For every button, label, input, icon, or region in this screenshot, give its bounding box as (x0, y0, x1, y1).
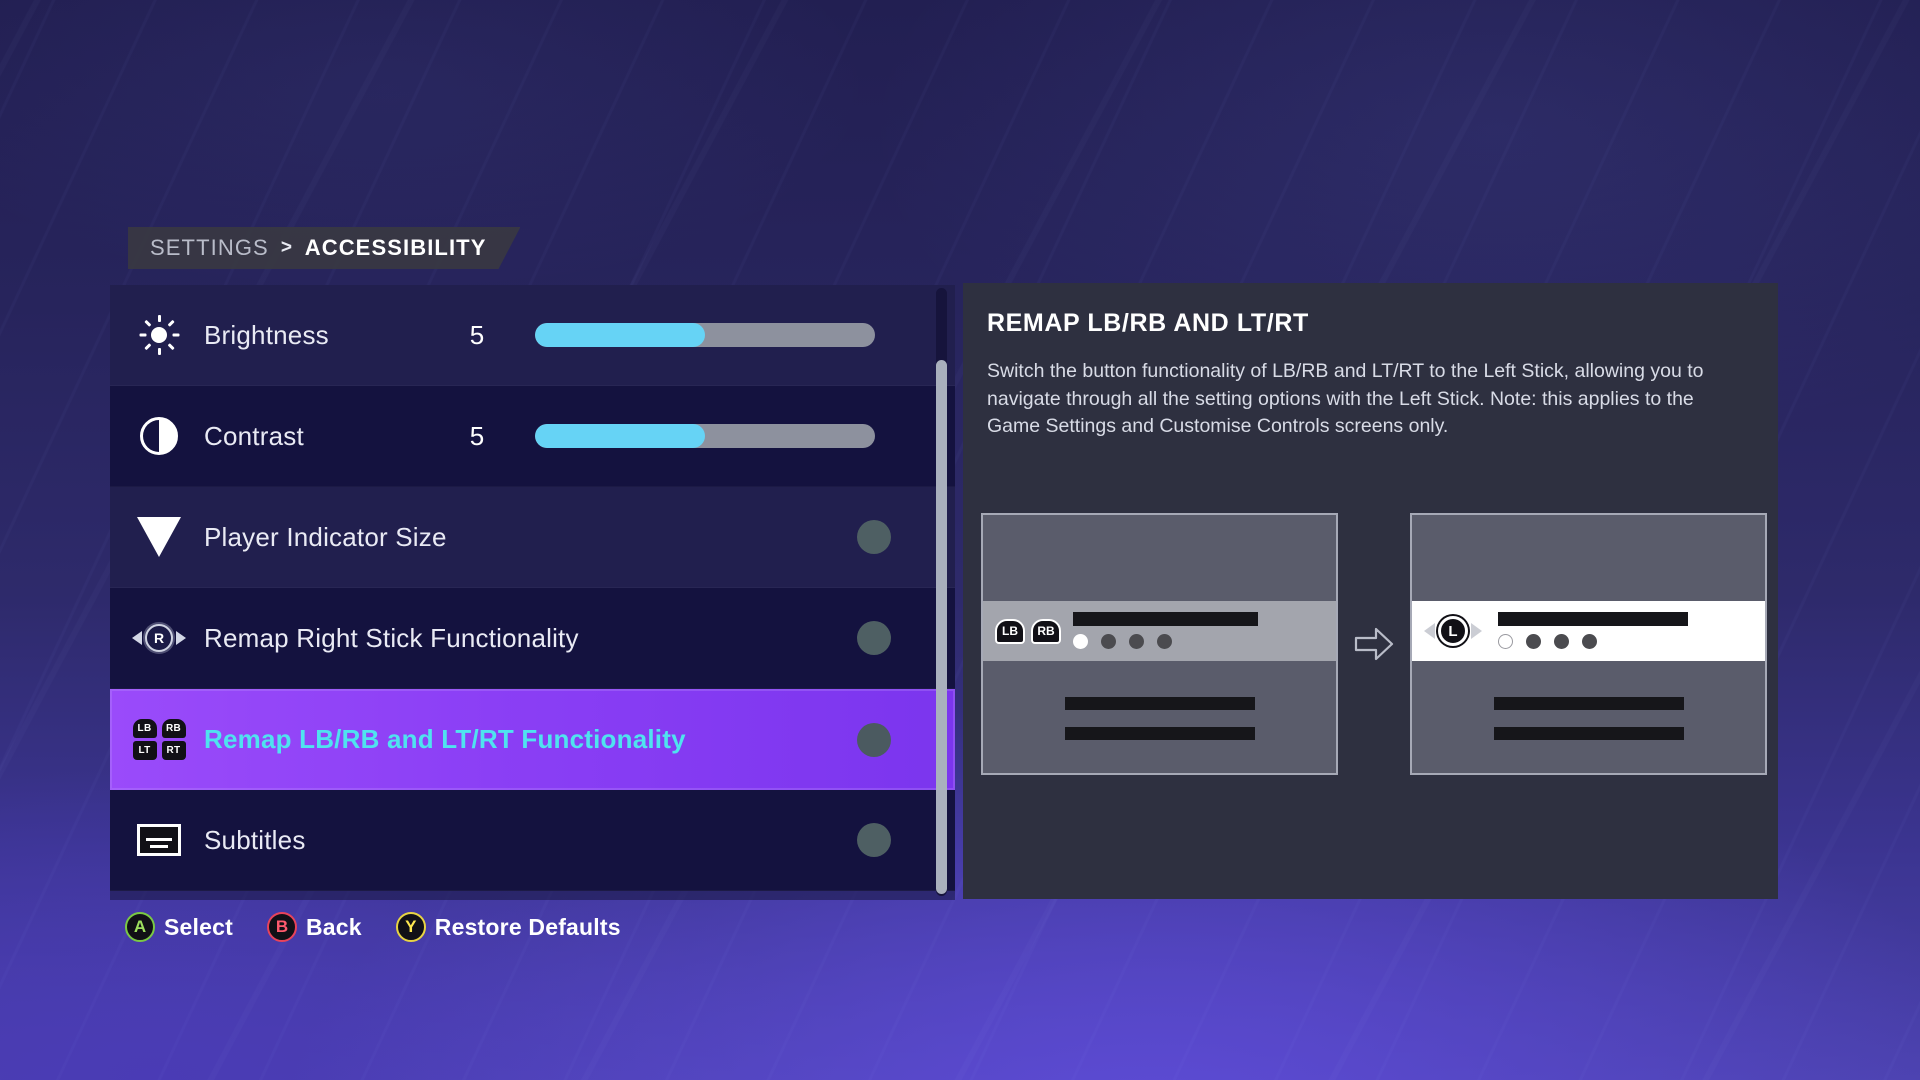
left-stick-icon: L (1424, 614, 1482, 648)
hint-label: Back (305, 913, 362, 940)
hint-label: Restore Defaults (434, 913, 621, 940)
settings-row-remap-bumpers-triggers[interactable]: LB LT RB RT Remap LB/RB and LT/RT Functi… (110, 689, 955, 790)
settings-row-label: Brightness (204, 319, 329, 350)
preview-before-lines (983, 661, 1336, 773)
subtitles-icon (128, 809, 190, 871)
preview-dot (1554, 634, 1569, 649)
preview-card-after: L (1410, 513, 1767, 775)
brightness-slider[interactable] (535, 323, 875, 347)
preview-before-dots (1073, 634, 1172, 649)
brightness-value: 5 (469, 319, 485, 350)
preview-top-spacer (1412, 515, 1765, 601)
hint-select[interactable]: A Select (125, 912, 233, 942)
preview-after-value-bar (1498, 612, 1688, 626)
preview-top-spacer (983, 515, 1336, 601)
detail-panel-title: REMAP LB/RB AND LT/RT (987, 309, 1309, 337)
settings-list: Brightness 5 Contrast 5 Player Indicator… (110, 285, 955, 900)
preview-area: LB RB L (981, 510, 1767, 778)
settings-row-player-indicator-size[interactable]: Player Indicator Size (110, 487, 955, 588)
settings-row-subtitles[interactable]: Subtitles (110, 790, 955, 891)
contrast-circle-icon (128, 405, 190, 467)
scrollbar-thumb[interactable] (936, 360, 947, 894)
preview-dot (1073, 634, 1088, 649)
preview-dot (1526, 634, 1541, 649)
preview-before-value-bar (1073, 612, 1258, 626)
preview-placeholder-line (1493, 727, 1684, 740)
breadcrumb-root[interactable]: SETTINGS (150, 235, 269, 261)
preview-placeholder-line (1064, 727, 1255, 740)
contrast-slider[interactable] (535, 424, 875, 448)
settings-row-label: Player Indicator Size (204, 521, 447, 552)
detail-panel-description: Switch the button functionality of LB/RB… (987, 360, 1704, 438)
subtitles-toggle[interactable] (857, 823, 891, 857)
preview-before-highlight-row: LB RB (983, 601, 1336, 661)
breadcrumb-separator-icon: > (280, 237, 293, 258)
preview-dot (1498, 634, 1513, 649)
settings-row-label: Subtitles (204, 824, 306, 855)
contrast-slider-fill (535, 424, 705, 448)
right-stick-icon: R (128, 607, 190, 669)
button-y-icon: Y (395, 912, 426, 942)
detail-panel: REMAP LB/RB AND LT/RT Switch the button … (963, 283, 1778, 899)
arrow-right-icon (1347, 627, 1401, 661)
brightness-sun-icon (128, 304, 190, 366)
preview-placeholder-line (1493, 697, 1684, 710)
remap-bumpers-triggers-toggle[interactable] (857, 722, 891, 757)
settings-row-label: Remap Right Stick Functionality (204, 622, 579, 653)
settings-row-contrast[interactable]: Contrast 5 (110, 386, 955, 487)
breadcrumb-current: ACCESSIBILITY (304, 235, 487, 260)
preview-before-content (1067, 601, 1336, 661)
preview-bumper-lb: LB (995, 618, 1025, 644)
preview-dot (1157, 634, 1172, 649)
contrast-value: 5 (469, 420, 485, 451)
preview-after-content (1492, 601, 1765, 661)
hint-label: Select (164, 913, 233, 940)
preview-after-dots (1498, 634, 1597, 649)
player-indicator-size-toggle[interactable] (857, 520, 891, 554)
hint-back[interactable]: B Back (266, 912, 362, 942)
preview-card-before: LB RB (981, 513, 1338, 775)
settings-row-label: Remap LB/RB and LT/RT Functionality (204, 724, 686, 754)
breadcrumb: SETTINGS > ACCESSIBILITY (128, 227, 520, 269)
hint-restore-defaults[interactable]: Y Restore Defaults (395, 912, 621, 942)
game-settings-screen: SETTINGS > ACCESSIBILITY Brightness 5 Co… (0, 0, 1920, 1080)
preview-after-lines (1412, 661, 1765, 773)
bumper-trigger-icon: LB LT RB RT (128, 709, 190, 771)
preview-dot (1101, 634, 1116, 649)
button-b-icon: B (266, 912, 297, 942)
button-hints-bar: A Select B Back Y Restore Defaults (125, 912, 621, 942)
preview-dot (1582, 634, 1597, 649)
triangle-indicator-icon (128, 506, 190, 568)
preview-placeholder-line (1064, 697, 1255, 710)
button-a-icon: A (125, 912, 155, 942)
preview-after-highlight-row: L (1412, 601, 1765, 661)
settings-row-label: Contrast (204, 420, 304, 451)
settings-list-scrollbar[interactable] (936, 288, 947, 896)
preview-bumper-rb: RB (1031, 618, 1061, 644)
preview-dot (1129, 634, 1144, 649)
remap-right-stick-toggle[interactable] (857, 621, 891, 655)
brightness-slider-fill (535, 323, 705, 347)
settings-row-brightness[interactable]: Brightness 5 (110, 285, 955, 386)
settings-row-remap-right-stick[interactable]: R Remap Right Stick Functionality (110, 588, 955, 689)
left-stick-label: L (1438, 616, 1468, 646)
